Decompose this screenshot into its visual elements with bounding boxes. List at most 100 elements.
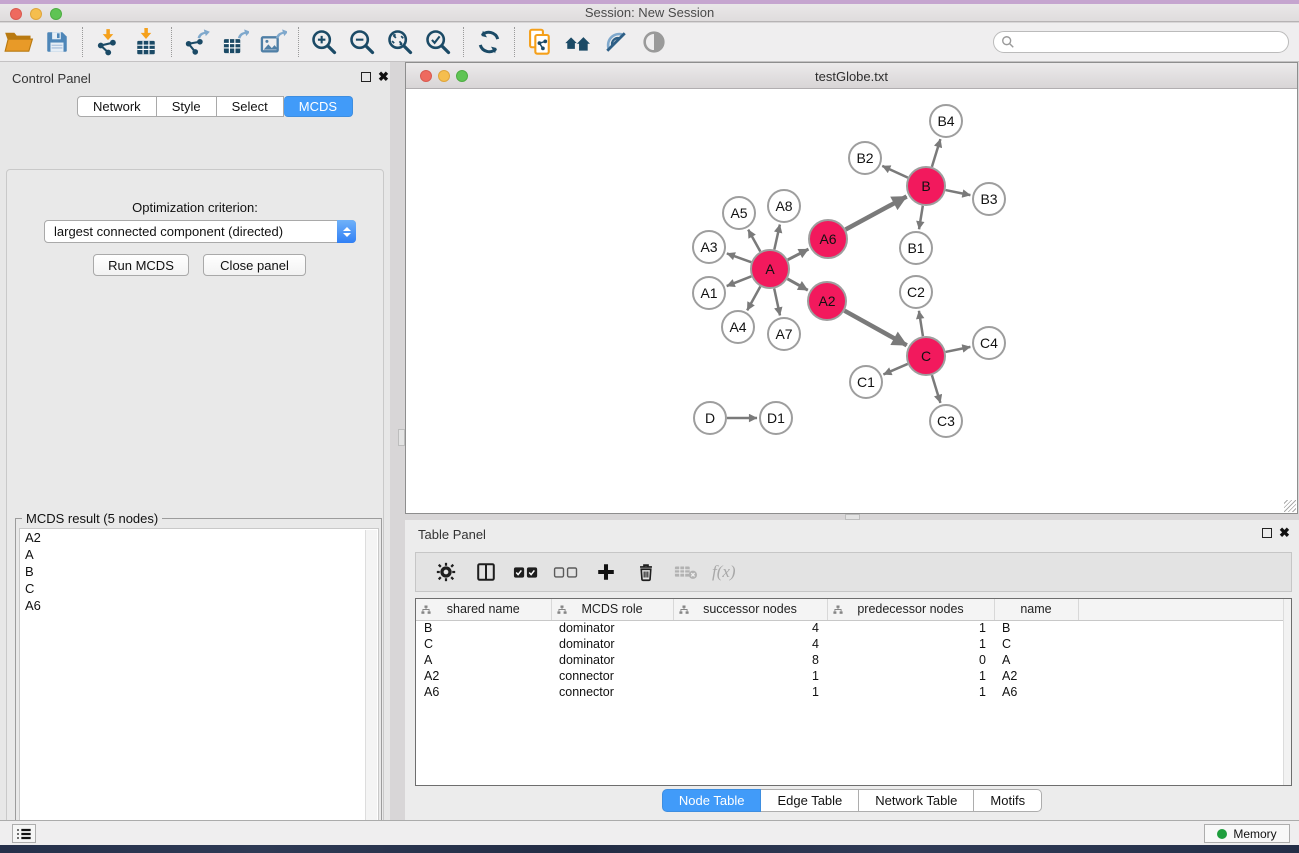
column-header-name[interactable]: name	[994, 599, 1078, 620]
tab-mcds[interactable]: MCDS	[284, 96, 353, 117]
graph-node-C1[interactable]: C1	[850, 366, 882, 398]
search-field[interactable]	[993, 31, 1289, 53]
graph-node-A4[interactable]: A4	[722, 311, 754, 343]
network-canvas[interactable]: B4B2BB3B1A6A5A8A3AA1A4A7A2C2CC4C1C3DD1	[406, 89, 1297, 513]
save-session-icon[interactable]	[38, 25, 76, 59]
table-panel-close-icon[interactable]: ✖	[1279, 525, 1290, 541]
table-cell[interactable]: connector	[551, 684, 673, 700]
zoom-in-icon[interactable]	[305, 25, 343, 59]
graph-node-A1[interactable]: A1	[693, 277, 725, 309]
search-input[interactable]	[1015, 33, 1288, 51]
table-cell[interactable]: A	[416, 652, 551, 668]
result-list-scrollbar[interactable]	[365, 530, 377, 853]
table-row[interactable]: A6connector11A6	[416, 684, 1285, 700]
tab-style[interactable]: Style	[157, 96, 217, 117]
select-all-checkboxes-icon[interactable]	[508, 556, 544, 588]
export-network-icon[interactable]	[178, 25, 216, 59]
table-cell[interactable]: A6	[416, 684, 551, 700]
graph-node-A7[interactable]: A7	[768, 318, 800, 350]
window-resize-grip[interactable]	[1284, 500, 1296, 512]
graph-node-C4[interactable]: C4	[973, 327, 1005, 359]
table-cell[interactable]: A	[994, 652, 1078, 668]
graph-node-A2[interactable]: A2	[808, 282, 846, 320]
graph-node-C3[interactable]: C3	[930, 405, 962, 437]
graph-node-A6[interactable]: A6	[809, 220, 847, 258]
table-cell[interactable]: 0	[827, 652, 994, 668]
table-cell[interactable]: 4	[673, 620, 827, 636]
table-cell[interactable]: A2	[994, 668, 1078, 684]
memory-button[interactable]: Memory	[1204, 824, 1290, 843]
tab-network[interactable]: Network	[77, 96, 157, 117]
table-cell[interactable]: 8	[673, 652, 827, 668]
hide-graphics-details-icon[interactable]	[597, 25, 635, 59]
table-cell[interactable]: C	[416, 636, 551, 652]
deselect-all-checkboxes-icon[interactable]	[548, 556, 584, 588]
tab-edge-table[interactable]: Edge Table	[761, 789, 859, 812]
table-row[interactable]: Cdominator41C	[416, 636, 1285, 652]
add-column-icon[interactable]	[588, 556, 624, 588]
graph-node-C[interactable]: C	[907, 337, 945, 375]
table-cell[interactable]: dominator	[551, 636, 673, 652]
graph-node-A[interactable]: A	[751, 250, 789, 288]
result-item[interactable]: A6	[20, 597, 378, 614]
home-icon[interactable]	[559, 25, 597, 59]
graph-node-B[interactable]: B	[907, 167, 945, 205]
result-item[interactable]: C	[20, 580, 378, 597]
table-row[interactable]: Bdominator41B	[416, 620, 1285, 636]
open-session-icon[interactable]	[0, 25, 38, 59]
import-table-icon[interactable]	[127, 25, 165, 59]
export-table-icon[interactable]	[216, 25, 254, 59]
graph-node-B4[interactable]: B4	[930, 105, 962, 137]
close-panel-button[interactable]: Close panel	[203, 254, 306, 276]
zoom-selected-icon[interactable]	[419, 25, 457, 59]
table-row[interactable]: A2connector11A2	[416, 668, 1285, 684]
refresh-icon[interactable]	[470, 25, 508, 59]
result-item[interactable]: A2	[20, 529, 378, 546]
table-cell[interactable]: dominator	[551, 652, 673, 668]
control-panel-float-icon[interactable]	[361, 72, 371, 82]
column-header-MCDS-role[interactable]: MCDS role	[551, 599, 673, 620]
result-item[interactable]: A	[20, 546, 378, 563]
table-cell[interactable]: A2	[416, 668, 551, 684]
table-cell[interactable]: 1	[673, 684, 827, 700]
graph-node-D[interactable]: D	[694, 402, 726, 434]
tab-node-table[interactable]: Node Table	[662, 789, 762, 812]
table-cell[interactable]: C	[994, 636, 1078, 652]
tab-motifs[interactable]: Motifs	[974, 789, 1042, 812]
result-item[interactable]: B	[20, 563, 378, 580]
graph-node-B3[interactable]: B3	[973, 183, 1005, 215]
table-panel-float-icon[interactable]	[1262, 528, 1272, 538]
table-row[interactable]: Adominator80A	[416, 652, 1285, 668]
column-header-predecessor-nodes[interactable]: predecessor nodes	[827, 599, 994, 620]
table-scrollbar[interactable]	[1283, 599, 1291, 785]
table-cell[interactable]: 4	[673, 636, 827, 652]
import-network-icon[interactable]	[89, 25, 127, 59]
graph-node-C2[interactable]: C2	[900, 276, 932, 308]
table-cell[interactable]: 1	[673, 668, 827, 684]
table-cell[interactable]: A6	[994, 684, 1078, 700]
table-cell[interactable]: 1	[827, 620, 994, 636]
column-header-successor-nodes[interactable]: successor nodes	[673, 599, 827, 620]
delete-columns-icon[interactable]	[628, 556, 664, 588]
graph-node-B2[interactable]: B2	[849, 142, 881, 174]
table-cell[interactable]: B	[416, 620, 551, 636]
show-columns-icon[interactable]	[468, 556, 504, 588]
graph-node-B1[interactable]: B1	[900, 232, 932, 264]
table-cell[interactable]: 1	[827, 684, 994, 700]
settings-gear-icon[interactable]	[428, 556, 464, 588]
graph-node-D1[interactable]: D1	[760, 402, 792, 434]
zoom-fit-icon[interactable]	[381, 25, 419, 59]
table-cell[interactable]: 1	[827, 636, 994, 652]
duplicate-network-icon[interactable]	[521, 25, 559, 59]
table-cell[interactable]: connector	[551, 668, 673, 684]
tab-select[interactable]: Select	[217, 96, 284, 117]
graph-node-A5[interactable]: A5	[723, 197, 755, 229]
graph-node-A3[interactable]: A3	[693, 231, 725, 263]
tab-network-table[interactable]: Network Table	[859, 789, 974, 812]
zoom-out-icon[interactable]	[343, 25, 381, 59]
control-panel-close-icon[interactable]: ✖	[378, 69, 389, 85]
run-mcds-button[interactable]: Run MCDS	[93, 254, 189, 276]
table-cell[interactable]: B	[994, 620, 1078, 636]
left-splitter-handle[interactable]	[398, 429, 405, 446]
table-cell[interactable]: 1	[827, 668, 994, 684]
